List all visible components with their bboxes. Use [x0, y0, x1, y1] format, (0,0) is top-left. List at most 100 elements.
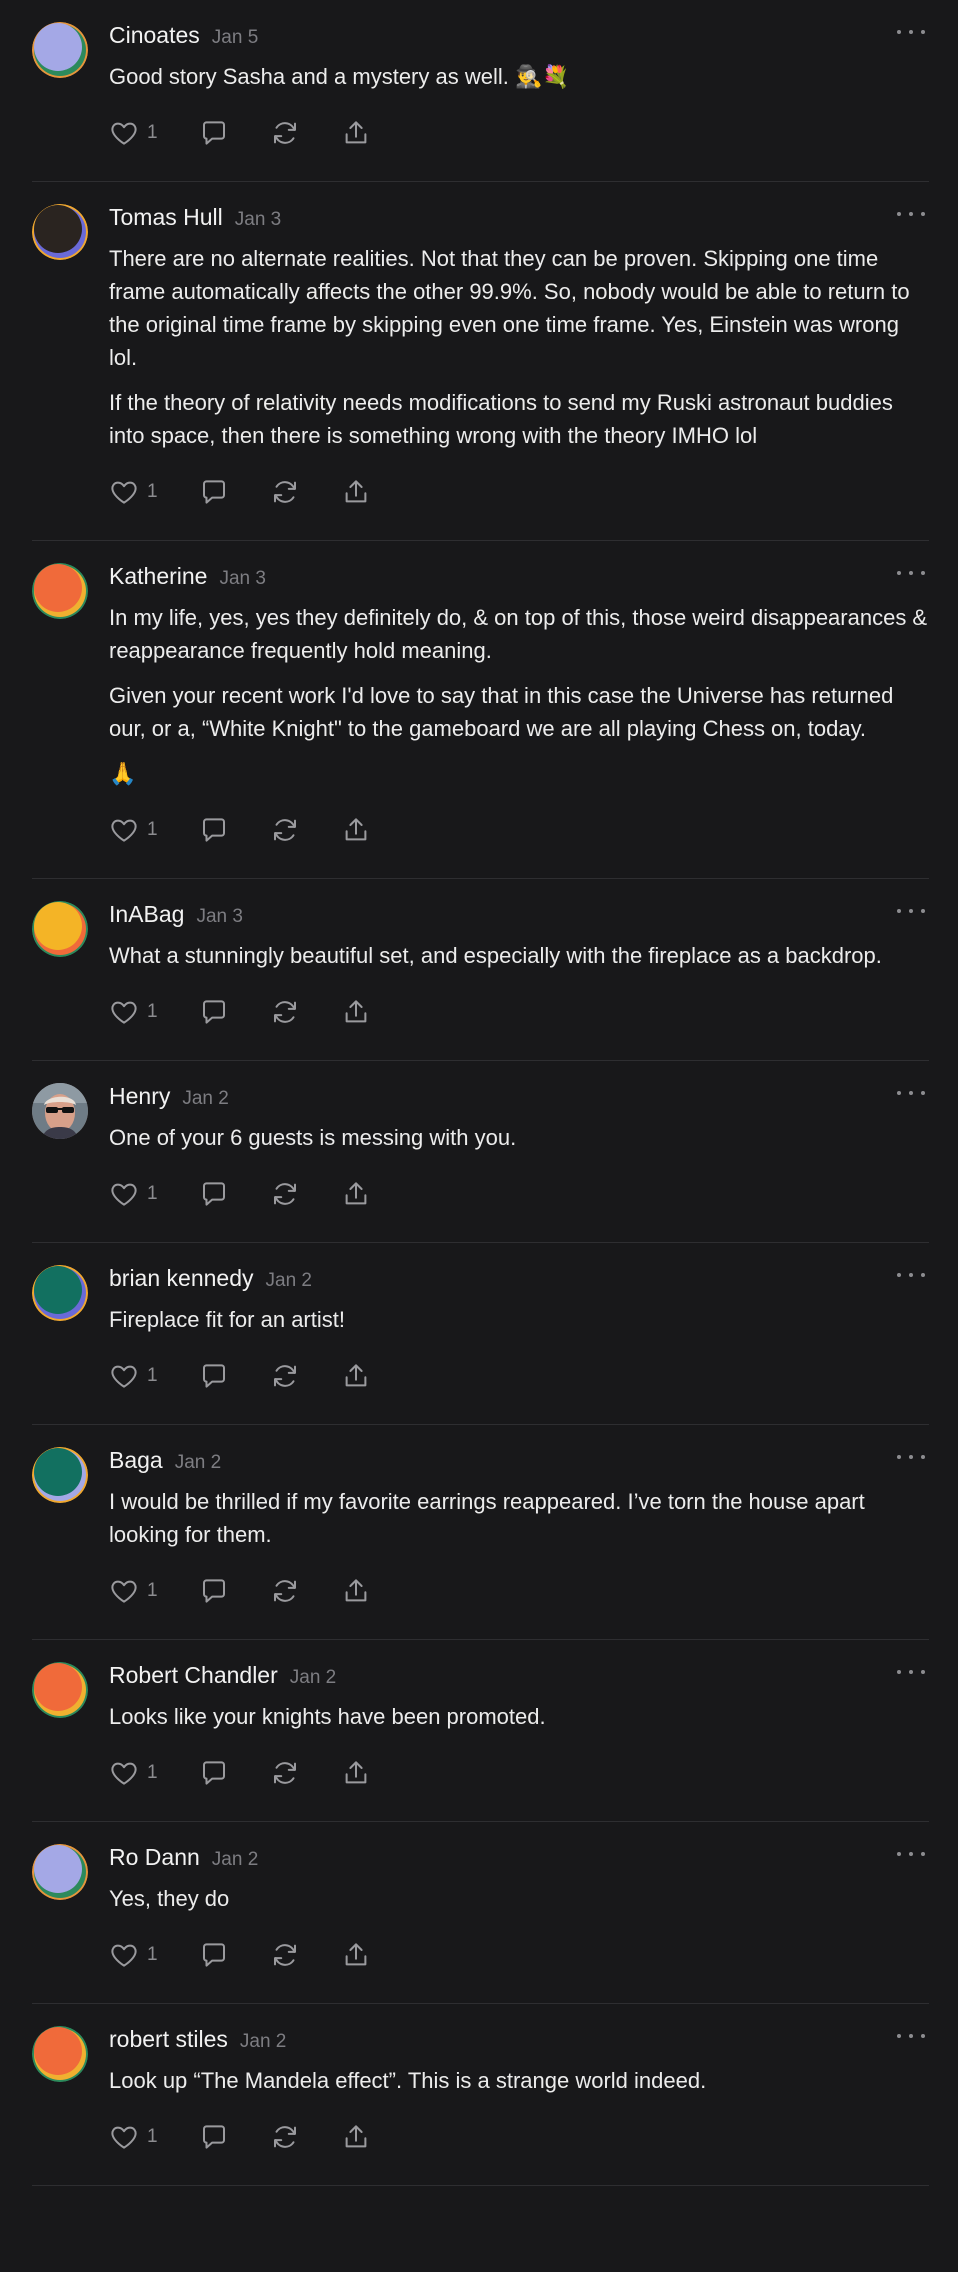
author-name[interactable]: Ro Dann	[109, 1844, 200, 1871]
heart-icon	[109, 2122, 139, 2152]
restack-button[interactable]	[270, 1576, 300, 1606]
restack-button[interactable]	[270, 1179, 300, 1209]
like-button[interactable]: 1	[109, 997, 158, 1027]
more-icon[interactable]	[897, 2026, 925, 2046]
avatar[interactable]	[32, 2026, 88, 2082]
more-icon[interactable]	[897, 563, 925, 583]
more-icon[interactable]	[897, 1447, 925, 1467]
share-button[interactable]	[341, 2122, 371, 2152]
restack-icon	[270, 815, 300, 845]
comment-text: Fireplace fit for an artist!	[109, 1303, 929, 1336]
avatar[interactable]	[32, 901, 88, 957]
like-count: 1	[147, 819, 158, 840]
comment-paragraph: 🙏	[109, 761, 137, 786]
more-icon[interactable]	[897, 901, 925, 921]
reply-button[interactable]	[199, 1361, 229, 1391]
avatar[interactable]	[32, 1083, 88, 1139]
restack-icon	[270, 1940, 300, 1970]
like-button[interactable]: 1	[109, 1940, 158, 1970]
restack-button[interactable]	[270, 815, 300, 845]
restack-button[interactable]	[270, 1940, 300, 1970]
comment-actions: 1	[109, 2097, 929, 2185]
share-button[interactable]	[341, 118, 371, 148]
like-button[interactable]: 1	[109, 1361, 158, 1391]
reply-button[interactable]	[199, 477, 229, 507]
author-name[interactable]: robert stiles	[109, 2026, 228, 2053]
like-button[interactable]: 1	[109, 2122, 158, 2152]
comment-item: Baga Jan 2 I would be thrilled if my favor…	[32, 1425, 929, 1640]
share-button[interactable]	[341, 477, 371, 507]
author-name[interactable]: Katherine	[109, 563, 207, 590]
restack-icon	[270, 477, 300, 507]
more-icon[interactable]	[897, 1662, 925, 1682]
like-button[interactable]: 1	[109, 1576, 158, 1606]
share-icon	[341, 1179, 371, 1209]
avatar[interactable]	[32, 1447, 88, 1503]
comment-actions: 1	[109, 972, 929, 1060]
reply-button[interactable]	[199, 1940, 229, 1970]
restack-button[interactable]	[270, 118, 300, 148]
restack-button[interactable]	[270, 2122, 300, 2152]
like-button[interactable]: 1	[109, 815, 158, 845]
comment-date[interactable]: Jan 2	[290, 1667, 336, 1689]
comment-date[interactable]: Jan 2	[175, 1452, 221, 1474]
restack-button[interactable]	[270, 477, 300, 507]
comment-date[interactable]: Jan 2	[240, 2031, 286, 2053]
restack-button[interactable]	[270, 1758, 300, 1788]
comment-date[interactable]: Jan 5	[212, 27, 258, 49]
author-name[interactable]: Cinoates	[109, 22, 200, 49]
comment-date[interactable]: Jan 3	[219, 568, 265, 590]
reply-button[interactable]	[199, 1179, 229, 1209]
avatar[interactable]	[32, 1662, 88, 1718]
restack-button[interactable]	[270, 997, 300, 1027]
reply-button[interactable]	[199, 815, 229, 845]
author-name[interactable]: Robert Chandler	[109, 1662, 278, 1689]
comment-date[interactable]: Jan 2	[266, 1270, 312, 1292]
reply-button[interactable]	[199, 997, 229, 1027]
share-button[interactable]	[341, 997, 371, 1027]
reply-button[interactable]	[199, 118, 229, 148]
restack-button[interactable]	[270, 1361, 300, 1391]
reply-button[interactable]	[199, 1758, 229, 1788]
share-button[interactable]	[341, 1940, 371, 1970]
author-name[interactable]: Henry	[109, 1083, 170, 1110]
share-icon	[341, 1758, 371, 1788]
comment-icon	[199, 1758, 229, 1788]
like-count: 1	[147, 1001, 158, 1022]
share-button[interactable]	[341, 1361, 371, 1391]
comment-item: Robert Chandler Jan 2 Looks like your knig…	[32, 1640, 929, 1822]
more-icon[interactable]	[897, 1083, 925, 1103]
like-button[interactable]: 1	[109, 1758, 158, 1788]
like-button[interactable]: 1	[109, 118, 158, 148]
author-name[interactable]: Baga	[109, 1447, 163, 1474]
comment-date[interactable]: Jan 3	[196, 906, 242, 928]
heart-icon	[109, 1179, 139, 1209]
share-button[interactable]	[341, 1576, 371, 1606]
like-count: 1	[147, 1183, 158, 1204]
author-name[interactable]: Tomas Hull	[109, 204, 223, 231]
share-button[interactable]	[341, 1179, 371, 1209]
comment-date[interactable]: Jan 2	[182, 1088, 228, 1110]
comment-item: Ro Dann Jan 2 Yes, they do 1	[32, 1822, 929, 2004]
share-button[interactable]	[341, 1758, 371, 1788]
more-icon[interactable]	[897, 1265, 925, 1285]
author-name[interactable]: brian kennedy	[109, 1265, 254, 1292]
like-button[interactable]: 1	[109, 477, 158, 507]
share-button[interactable]	[341, 815, 371, 845]
more-icon[interactable]	[897, 22, 925, 42]
avatar[interactable]	[32, 1265, 88, 1321]
author-name[interactable]: InABag	[109, 901, 184, 928]
avatar[interactable]	[32, 22, 88, 78]
comment-icon	[199, 1361, 229, 1391]
comment-date[interactable]: Jan 3	[235, 209, 281, 231]
reply-button[interactable]	[199, 2122, 229, 2152]
avatar[interactable]	[32, 204, 88, 260]
like-count: 1	[147, 481, 158, 502]
reply-button[interactable]	[199, 1576, 229, 1606]
more-icon[interactable]	[897, 204, 925, 224]
more-icon[interactable]	[897, 1844, 925, 1864]
avatar[interactable]	[32, 563, 88, 619]
like-button[interactable]: 1	[109, 1179, 158, 1209]
avatar[interactable]	[32, 1844, 88, 1900]
comment-date[interactable]: Jan 2	[212, 1849, 258, 1871]
